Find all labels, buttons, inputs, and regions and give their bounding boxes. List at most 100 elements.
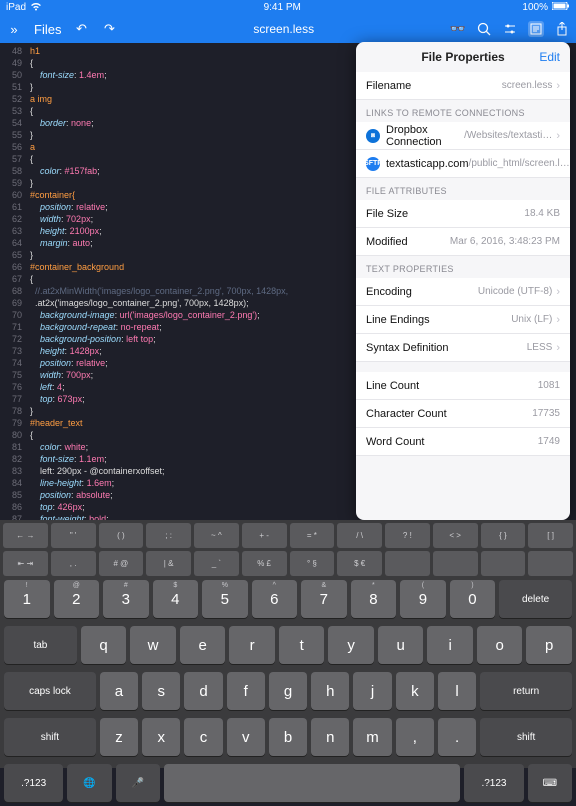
status-bar: iPad 9:41 PM 100%: [0, 0, 576, 15]
sym-key[interactable]: ~ ^: [194, 523, 239, 548]
panel-row[interactable]: ⧈Dropbox Connection/Websites/textasti…›: [356, 122, 570, 150]
sym-key[interactable]: ? !: [385, 523, 430, 548]
sym-key[interactable]: [481, 551, 526, 576]
key-0[interactable]: 0: [450, 580, 496, 618]
filename-row[interactable]: Filename screen.less ›: [356, 72, 570, 100]
key-4[interactable]: 4: [153, 580, 199, 618]
key-g[interactable]: g: [269, 672, 307, 710]
key-h[interactable]: h: [311, 672, 349, 710]
key-m[interactable]: m: [353, 718, 391, 756]
sym-key[interactable]: $ €: [337, 551, 382, 576]
sym-key[interactable]: ° §: [290, 551, 335, 576]
key-w[interactable]: w: [130, 626, 176, 664]
sym-key[interactable]: [528, 551, 573, 576]
key-e[interactable]: e: [180, 626, 226, 664]
sym-key[interactable]: ; :: [146, 523, 191, 548]
key-5[interactable]: 5: [202, 580, 248, 618]
return-key[interactable]: return: [480, 672, 572, 710]
panel-row[interactable]: Line EndingsUnix (LF)›: [356, 306, 570, 334]
filename-label: Filename: [366, 80, 502, 92]
sym-key[interactable]: , .: [51, 551, 96, 576]
key-3[interactable]: 3: [103, 580, 149, 618]
properties-icon[interactable]: [528, 21, 544, 37]
mic-key[interactable]: 🎤: [116, 764, 160, 802]
redo-icon[interactable]: ↷: [101, 21, 117, 37]
delete-key[interactable]: delete: [499, 580, 572, 618]
globe-key[interactable]: 🌐: [67, 764, 111, 802]
sym-key[interactable]: | &: [146, 551, 191, 576]
search-icon[interactable]: [476, 21, 492, 37]
sym-key[interactable]: ( ): [99, 523, 144, 548]
sym-key[interactable]: / \: [337, 523, 382, 548]
key-v[interactable]: v: [227, 718, 265, 756]
files-button[interactable]: Files: [34, 22, 61, 37]
panel-row[interactable]: EncodingUnicode (UTF-8)›: [356, 278, 570, 306]
key-l[interactable]: l: [438, 672, 476, 710]
key-y[interactable]: y: [328, 626, 374, 664]
key-t[interactable]: t: [279, 626, 325, 664]
chevron-right-icon: ›: [556, 286, 560, 298]
key-n[interactable]: n: [311, 718, 349, 756]
key-x[interactable]: x: [142, 718, 180, 756]
key-.[interactable]: .: [438, 718, 476, 756]
key-8[interactable]: 8: [351, 580, 397, 618]
settings-icon[interactable]: [502, 21, 518, 37]
key-,[interactable]: ,: [396, 718, 434, 756]
keyboard[interactable]: ← →" '( ); :~ ^+ -= */ \? !< >{ }[ ] ⇤ ⇥…: [0, 520, 576, 768]
sym-key[interactable]: ← →: [3, 523, 48, 548]
wifi-icon: [30, 2, 42, 14]
sym-key[interactable]: " ': [51, 523, 96, 548]
key-k[interactable]: k: [396, 672, 434, 710]
key-6[interactable]: 6: [252, 580, 298, 618]
sym-key[interactable]: _ `: [194, 551, 239, 576]
key-c[interactable]: c: [184, 718, 222, 756]
space-key[interactable]: [164, 764, 460, 802]
sym-key[interactable]: = *: [290, 523, 335, 548]
sym-key[interactable]: + -: [242, 523, 287, 548]
sym-key[interactable]: # @: [99, 551, 144, 576]
key-i[interactable]: i: [427, 626, 473, 664]
panel-row: Character Count17735: [356, 400, 570, 428]
capslock-key[interactable]: caps lock: [4, 672, 96, 710]
sym-key[interactable]: < >: [433, 523, 478, 548]
shift-key-right[interactable]: shift: [480, 718, 572, 756]
key-o[interactable]: o: [477, 626, 523, 664]
filename-value: screen.less: [502, 80, 553, 91]
key-b[interactable]: b: [269, 718, 307, 756]
key-s[interactable]: s: [142, 672, 180, 710]
key-a[interactable]: a: [100, 672, 138, 710]
clock: 9:41 PM: [264, 2, 301, 13]
sym-key[interactable]: [433, 551, 478, 576]
chevron-right-icon: ›: [556, 130, 560, 142]
key-2[interactable]: 2: [54, 580, 100, 618]
shift-key[interactable]: shift: [4, 718, 96, 756]
hide-keyboard-key[interactable]: ⌨︎: [528, 764, 572, 802]
sym-key[interactable]: % £: [242, 551, 287, 576]
panel-row[interactable]: SFTPtextasticapp.com/public_html/screen.…: [356, 150, 570, 178]
sym-key[interactable]: [ ]: [528, 523, 573, 548]
sym-key[interactable]: [385, 551, 430, 576]
glasses-icon[interactable]: 👓: [450, 21, 466, 37]
key-f[interactable]: f: [227, 672, 265, 710]
key-1[interactable]: 1: [4, 580, 50, 618]
sym-key[interactable]: ⇤ ⇥: [3, 551, 48, 576]
key-z[interactable]: z: [100, 718, 138, 756]
share-icon[interactable]: [554, 21, 570, 37]
key-q[interactable]: q: [81, 626, 127, 664]
menu-icon[interactable]: »: [6, 21, 22, 37]
key-7[interactable]: 7: [301, 580, 347, 618]
mode-key-right[interactable]: .?123: [464, 764, 523, 802]
panel-row[interactable]: Syntax DefinitionLESS›: [356, 334, 570, 362]
key-u[interactable]: u: [378, 626, 424, 664]
tab-key[interactable]: tab: [4, 626, 77, 664]
sym-key[interactable]: { }: [481, 523, 526, 548]
key-r[interactable]: r: [229, 626, 275, 664]
key-9[interactable]: 9: [400, 580, 446, 618]
edit-button[interactable]: Edit: [539, 50, 560, 64]
mode-key[interactable]: .?123: [4, 764, 63, 802]
key-p[interactable]: p: [526, 626, 572, 664]
line-gutter: 4849505152535455565758596061626364656667…: [0, 43, 26, 520]
key-d[interactable]: d: [184, 672, 222, 710]
undo-icon[interactable]: ↶: [73, 21, 89, 37]
key-j[interactable]: j: [353, 672, 391, 710]
